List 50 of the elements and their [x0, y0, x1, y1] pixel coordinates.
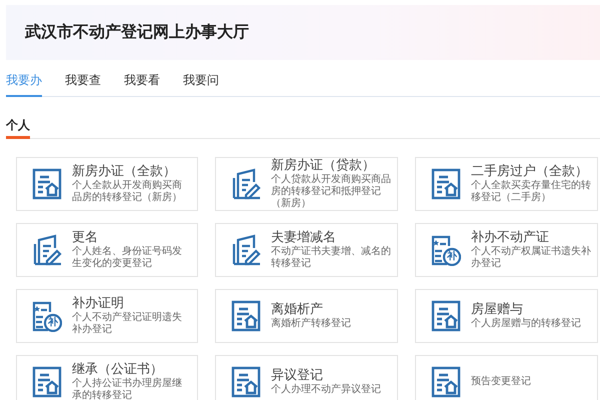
- document-house-icon: [231, 366, 261, 398]
- service-title: 异议登记: [271, 368, 324, 384]
- document-house-icon: [431, 300, 461, 332]
- service-description: 不动产证书夫妻增、减名的转移登记: [271, 246, 391, 270]
- service-description: 个人不动产登记证明遗失补办登记: [72, 312, 183, 336]
- service-card[interactable]: 继承（公证书） 个人持公证书办理房屋继承的转移登记: [16, 355, 198, 400]
- service-description: 个人姓名、身份证号码发生变化的变更登记: [72, 246, 183, 270]
- site-title: 武汉市不动产登记网上办事大厅: [25, 22, 249, 43]
- service-title: 补办证明: [72, 296, 125, 312]
- service-card[interactable]: 离婚析产 离婚析产转移登记: [215, 289, 398, 343]
- service-title: 离婚析产: [271, 302, 324, 318]
- service-title: 补办不动产证: [471, 230, 550, 246]
- tab[interactable]: 我要看: [124, 68, 160, 97]
- document-house-icon: [431, 168, 461, 200]
- service-title: 更名: [72, 230, 99, 246]
- document-house-icon: [32, 168, 62, 200]
- service-card[interactable]: 房屋赠与 个人房屋赠与的转移登记: [415, 289, 598, 343]
- document-pen-icon: [231, 234, 261, 266]
- service-description: 个人办理不动产异议登记: [271, 384, 381, 396]
- section-title: 个人: [6, 117, 30, 139]
- service-description: 个人房屋赠与的转移登记: [471, 318, 581, 330]
- service-card[interactable]: 补 补办证明 个人不动产登记证明遗失补办登记: [16, 289, 198, 343]
- service-card[interactable]: 新房办证（贷款） 个人贷款从开发商购买商品房的转移登记和抵押登记（新房）: [215, 157, 398, 211]
- service-description: 个人贷款从开发商购买商品房的转移登记和抵押登记（新房）: [271, 174, 391, 210]
- service-title: 新房办证（全款）: [72, 164, 177, 180]
- service-card[interactable]: 二手房过户（全款） 个人全款买卖存量住宅的转移登记（二手房）: [415, 157, 598, 211]
- service-description: 个人持公证书办理房屋继承的转移登记: [72, 378, 183, 400]
- service-title: 新房办证（贷款）: [271, 158, 376, 174]
- service-card[interactable]: 预告变更登记: [415, 355, 598, 400]
- service-title: 继承（公证书）: [72, 362, 164, 378]
- service-title: 夫妻增减名: [271, 230, 337, 246]
- document-pen-icon: [231, 168, 261, 200]
- service-card[interactable]: 补 补办不动产证 个人不动产权属证书遗失补办登记: [415, 223, 598, 277]
- service-card[interactable]: 异议登记 个人办理不动产异议登记: [215, 355, 398, 400]
- service-title: 房屋赠与: [471, 302, 524, 318]
- service-description: 个人全款买卖存量住宅的转移登记（二手房）: [471, 180, 591, 204]
- service-card[interactable]: 新房办证（全款） 个人全款从开发商购买商品房的转移登记（新房）: [16, 157, 198, 211]
- tab[interactable]: 我要查: [65, 68, 101, 97]
- document-house-icon: [32, 366, 62, 398]
- document-pen-icon: [32, 234, 62, 266]
- service-card[interactable]: 更名 个人姓名、身份证号码发生变化的变更登记: [16, 223, 198, 277]
- document-house-icon: [431, 366, 461, 398]
- service-title: 二手房过户（全款）: [471, 164, 589, 180]
- tab[interactable]: 我要问: [183, 68, 219, 97]
- document-house-icon: [231, 300, 261, 332]
- service-description: 离婚析产转移登记: [271, 318, 351, 330]
- service-description: 个人全款从开发商购买商品房的转移登记（新房）: [72, 180, 183, 204]
- service-card[interactable]: 夫妻增减名 不动产证书夫妻增、减名的转移登记: [215, 223, 398, 277]
- service-description: 个人不动产权属证书遗失补办登记: [471, 246, 591, 270]
- service-description: 预告变更登记: [471, 376, 531, 388]
